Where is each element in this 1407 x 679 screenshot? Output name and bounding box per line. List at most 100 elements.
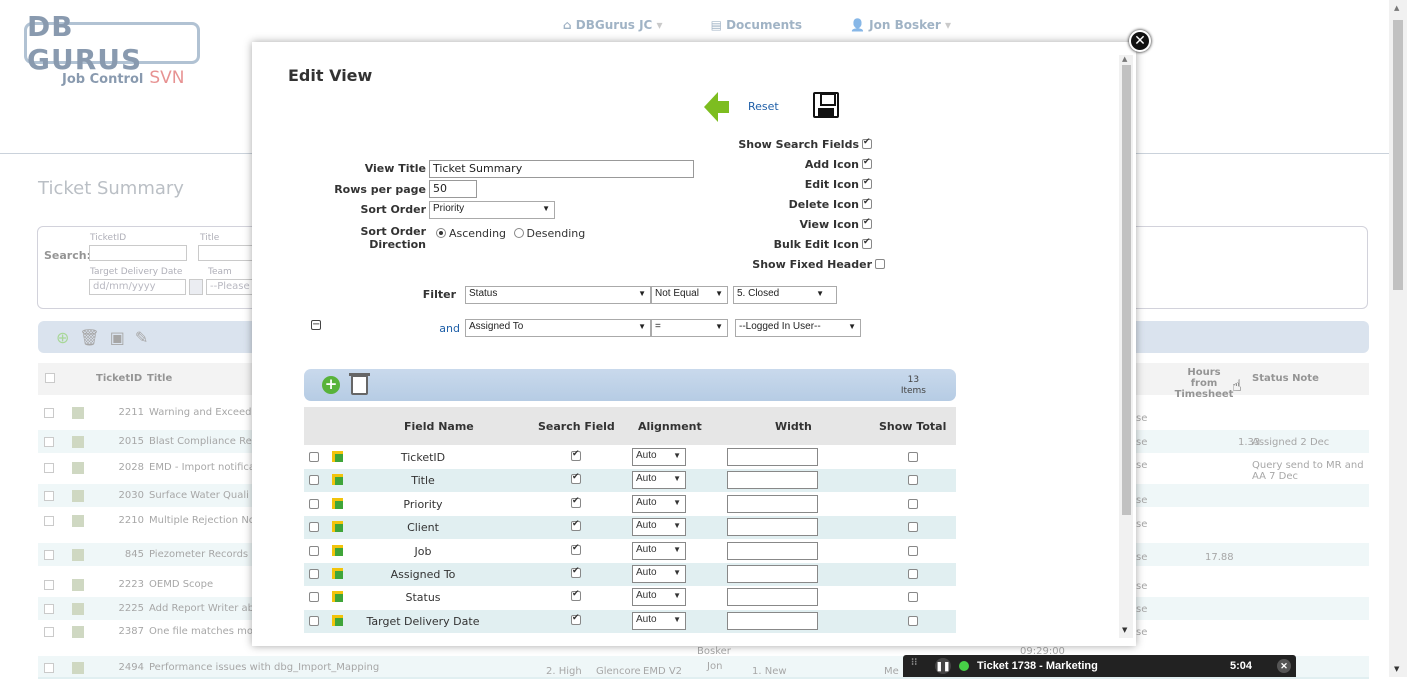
show-total-checkbox[interactable] bbox=[908, 452, 918, 462]
filter2-operator-select[interactable]: = ▼ bbox=[651, 319, 728, 337]
filter1-value-select[interactable]: 5. Closed ▼ bbox=[733, 286, 837, 304]
sort-order-select[interactable]: Priority ▼ bbox=[429, 201, 555, 219]
field-row[interactable]: Target Delivery Date Auto▼ bbox=[304, 609, 956, 633]
filter1-operator-select[interactable]: Not Equal ▼ bbox=[651, 286, 728, 304]
show-total-checkbox[interactable] bbox=[908, 615, 918, 626]
search-field-checkbox[interactable] bbox=[571, 449, 581, 461]
alignment-select[interactable]: Auto ▼ bbox=[632, 494, 686, 513]
field-move-icon[interactable] bbox=[332, 568, 343, 579]
alignment-select[interactable]: Auto ▼ bbox=[632, 588, 686, 607]
opt-bulk-edit: Bulk Edit Icon bbox=[732, 237, 872, 251]
field-move-icon[interactable] bbox=[332, 614, 343, 626]
pause-icon[interactable]: ❚❚ bbox=[935, 658, 951, 674]
field-move-icon[interactable] bbox=[332, 451, 343, 462]
edit-icon-checkbox[interactable] bbox=[862, 177, 872, 189]
width-input[interactable] bbox=[727, 541, 818, 560]
field-row[interactable]: Title Auto▼ bbox=[304, 469, 956, 493]
field-row-checkbox[interactable] bbox=[309, 569, 319, 579]
view-title-input[interactable]: Ticket Summary bbox=[429, 160, 694, 178]
rows-per-page-input[interactable]: 50 bbox=[429, 180, 477, 198]
width-input[interactable] bbox=[727, 588, 818, 607]
width-input[interactable] bbox=[727, 471, 818, 490]
field-row-checkbox[interactable] bbox=[309, 498, 319, 509]
filter-label: Filter bbox=[422, 288, 456, 301]
dialog-scrollbar[interactable]: ▲ ▼ bbox=[1119, 55, 1133, 638]
field-name: Job bbox=[414, 544, 432, 558]
field-row-checkbox[interactable] bbox=[309, 592, 319, 603]
field-row-checkbox[interactable] bbox=[309, 475, 319, 486]
field-row[interactable]: Assigned To Auto▼ bbox=[304, 563, 956, 586]
reset-link[interactable]: Reset bbox=[748, 100, 779, 113]
search-field-checkbox[interactable] bbox=[571, 496, 581, 508]
field-row[interactable]: Job Auto▼ bbox=[304, 540, 956, 563]
search-field-checkbox[interactable] bbox=[571, 613, 581, 625]
field-name: Title bbox=[411, 474, 435, 488]
alignment-select[interactable]: Auto ▼ bbox=[632, 518, 686, 537]
close-dialog-icon[interactable]: ✕ bbox=[1129, 30, 1151, 52]
page-scroll-thumb[interactable] bbox=[1393, 20, 1403, 290]
drag-handle-icon[interactable]: ⁝⁝ bbox=[911, 658, 925, 672]
delete-field-icon[interactable] bbox=[349, 373, 370, 395]
sort-order-label: Sort Order bbox=[360, 203, 426, 216]
field-move-icon[interactable] bbox=[332, 521, 343, 533]
show-search-checkbox[interactable] bbox=[862, 137, 872, 149]
width-input[interactable] bbox=[727, 565, 818, 583]
alignment-select[interactable]: Auto ▼ bbox=[632, 611, 686, 630]
bulk-edit-checkbox[interactable] bbox=[862, 237, 872, 249]
opt-edit-icon: Edit Icon bbox=[732, 177, 872, 191]
search-field-checkbox[interactable] bbox=[571, 543, 581, 555]
field-row[interactable]: TicketID Auto▼ bbox=[304, 446, 956, 469]
search-field-checkbox[interactable] bbox=[571, 519, 581, 532]
show-total-checkbox[interactable] bbox=[908, 545, 918, 556]
add-icon-checkbox[interactable] bbox=[862, 157, 872, 169]
show-total-checkbox[interactable] bbox=[908, 569, 918, 579]
search-field-checkbox[interactable] bbox=[571, 589, 581, 602]
filter2-value-select[interactable]: --Logged In User-- ▼ bbox=[735, 319, 861, 337]
search-field-checkbox[interactable] bbox=[571, 472, 581, 485]
field-row-checkbox[interactable] bbox=[309, 452, 319, 462]
ascending-label: Ascending bbox=[449, 227, 507, 240]
filter2-field-select[interactable]: Assigned To ▼ bbox=[465, 319, 651, 337]
field-row[interactable]: Priority Auto▼ bbox=[304, 493, 956, 516]
media-title: Ticket 1738 - Marketing bbox=[977, 660, 1098, 672]
opt-add-icon: Add Icon bbox=[732, 157, 872, 171]
dialog-scroll-thumb[interactable] bbox=[1122, 65, 1131, 515]
col-search-field: Search Field bbox=[538, 420, 615, 433]
field-row-checkbox[interactable] bbox=[309, 615, 319, 626]
show-total-checkbox[interactable] bbox=[908, 498, 918, 509]
show-total-checkbox[interactable] bbox=[908, 592, 918, 603]
field-row-checkbox[interactable] bbox=[309, 522, 319, 533]
field-row[interactable]: Client Auto▼ bbox=[304, 516, 956, 540]
remove-filter-icon[interactable]: − bbox=[311, 320, 321, 330]
live-indicator-icon bbox=[959, 661, 969, 671]
field-move-icon[interactable] bbox=[332, 474, 343, 486]
view-icon-checkbox[interactable] bbox=[862, 217, 872, 229]
field-name: Client bbox=[407, 521, 439, 535]
opt-delete-icon: Delete Icon bbox=[732, 197, 872, 211]
alignment-select[interactable]: Auto ▼ bbox=[632, 448, 686, 466]
descending-radio[interactable] bbox=[513, 228, 524, 238]
width-input[interactable] bbox=[727, 448, 818, 466]
width-input[interactable] bbox=[727, 518, 818, 537]
show-total-checkbox[interactable] bbox=[908, 475, 918, 486]
field-row[interactable]: Status Auto▼ bbox=[304, 586, 956, 609]
field-row-checkbox[interactable] bbox=[309, 545, 319, 556]
alignment-select[interactable]: Auto ▼ bbox=[632, 541, 686, 560]
delete-icon-checkbox[interactable] bbox=[862, 197, 872, 209]
show-total-checkbox[interactable] bbox=[908, 522, 918, 533]
field-move-icon[interactable] bbox=[332, 497, 343, 509]
alignment-select[interactable]: Auto ▼ bbox=[632, 471, 686, 490]
ascending-radio[interactable] bbox=[436, 228, 446, 238]
filter1-field-select[interactable]: Status ▼ bbox=[465, 286, 651, 304]
field-move-icon[interactable] bbox=[332, 544, 343, 556]
page-scrollbar[interactable]: ▲ ▼ bbox=[1389, 0, 1407, 677]
field-move-icon[interactable] bbox=[332, 591, 343, 603]
media-close-icon[interactable]: ✕ bbox=[1277, 659, 1291, 673]
width-input[interactable] bbox=[727, 611, 818, 630]
search-field-checkbox[interactable] bbox=[571, 566, 581, 578]
fixed-header-checkbox[interactable] bbox=[875, 259, 885, 269]
add-field-icon[interactable]: + bbox=[322, 376, 340, 394]
save-icon[interactable] bbox=[813, 92, 839, 118]
alignment-select[interactable]: Auto ▼ bbox=[632, 565, 686, 583]
width-input[interactable] bbox=[727, 494, 818, 513]
